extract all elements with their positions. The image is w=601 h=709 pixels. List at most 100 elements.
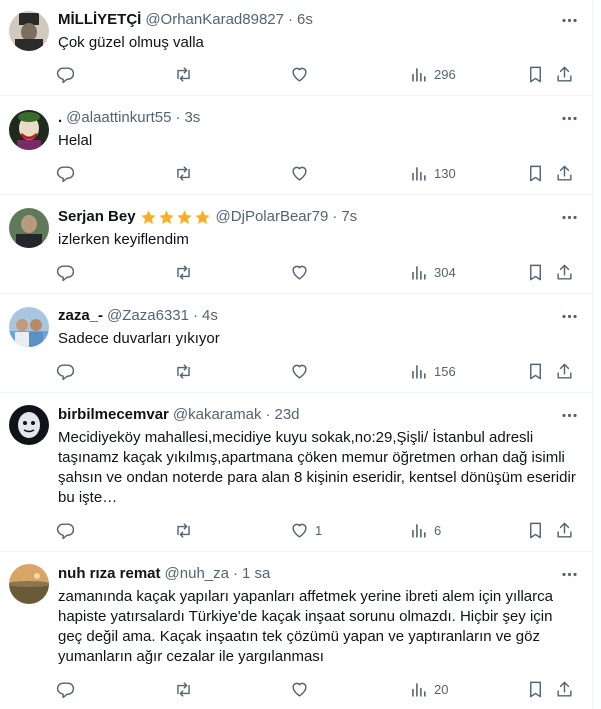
tweet-text: Çok güzel olmuş valla	[58, 34, 204, 51]
retweet-button[interactable]	[174, 520, 199, 540]
views-button[interactable]: 156	[409, 361, 456, 381]
avatar[interactable]	[9, 564, 49, 604]
reply-tweet[interactable]: birbilmecemvar @kakaramak · 23d Mecidiye…	[0, 393, 592, 552]
more-icon[interactable]	[554, 108, 584, 128]
retweet-button[interactable]	[174, 64, 199, 84]
share-button[interactable]	[555, 262, 574, 282]
like-button[interactable]	[290, 64, 315, 84]
share-button[interactable]	[555, 163, 574, 183]
share-button[interactable]	[555, 520, 574, 540]
author-handle[interactable]: @alaattinkurt55	[66, 108, 171, 128]
views-button[interactable]: 296	[409, 64, 456, 84]
author-handle[interactable]: @OrhanKarad89827	[145, 10, 284, 30]
like-icon	[292, 364, 307, 379]
tweet-text: Helal	[58, 132, 93, 149]
retweet-button[interactable]	[174, 262, 199, 282]
reply-button[interactable]	[56, 520, 81, 540]
views-icon	[412, 364, 426, 379]
author-name[interactable]: birbilmecemvar	[58, 405, 169, 425]
views-icon	[412, 523, 426, 538]
retweet-icon	[177, 165, 190, 181]
views-icon	[412, 67, 426, 82]
bookmark-button[interactable]	[526, 361, 545, 381]
reply-tweet[interactable]: zaza_- @Zaza6331 · 4s Sadece duvarları y…	[0, 294, 592, 393]
action-bar: 130	[56, 163, 576, 183]
author-handle[interactable]: @DjPolarBear79	[216, 207, 329, 227]
reply-button[interactable]	[56, 262, 81, 282]
separator-dot: ·	[175, 109, 181, 126]
author-name[interactable]: .	[58, 108, 62, 128]
reply-tweet[interactable]: MİLLİYETÇİ @OrhanKarad89827 · 6s Çok güz…	[0, 0, 592, 96]
share-icon	[557, 66, 572, 82]
reply-icon	[56, 522, 75, 539]
timestamp[interactable]: 3s	[184, 108, 200, 128]
like-icon	[292, 523, 307, 538]
bookmark-icon	[530, 681, 541, 697]
share-button[interactable]	[555, 361, 574, 381]
share-icon	[557, 522, 572, 538]
like-button[interactable]	[290, 361, 315, 381]
like-button[interactable]	[290, 163, 315, 183]
bookmark-button[interactable]	[526, 262, 545, 282]
reply-tweet[interactable]: Serjan Bey @DjPolarBear79 · 7s izlerken …	[0, 195, 592, 294]
bookmark-button[interactable]	[526, 64, 545, 84]
avatar[interactable]	[9, 208, 49, 248]
like-button[interactable]: 1	[290, 520, 322, 540]
avatar[interactable]	[9, 307, 49, 347]
retweet-button[interactable]	[174, 163, 199, 183]
star-icon	[194, 209, 210, 224]
bookmark-button[interactable]	[526, 520, 545, 540]
author-name[interactable]: zaza_-	[58, 306, 103, 326]
reply-button[interactable]	[56, 163, 81, 183]
more-icon[interactable]	[554, 405, 584, 425]
timestamp[interactable]: 23d	[274, 405, 299, 425]
views-button[interactable]: 6	[409, 520, 441, 540]
more-icon[interactable]	[554, 306, 584, 326]
share-icon	[557, 681, 572, 697]
timestamp[interactable]: 7s	[341, 207, 357, 227]
reply-tweet[interactable]: . @alaattinkurt55 · 3s Helal 130	[0, 96, 592, 195]
reply-button[interactable]	[56, 361, 81, 381]
tweet-replies-feed: MİLLİYETÇİ @OrhanKarad89827 · 6s Çok güz…	[0, 0, 592, 709]
retweet-icon	[177, 264, 190, 280]
reply-button[interactable]	[56, 679, 81, 699]
timestamp[interactable]: 1 sa	[242, 564, 270, 584]
share-button[interactable]	[555, 64, 574, 84]
share-icon	[557, 363, 572, 379]
bookmark-icon	[530, 264, 541, 280]
separator-dot: ·	[265, 406, 271, 423]
like-button[interactable]	[290, 262, 315, 282]
rating-stars	[140, 209, 212, 226]
avatar[interactable]	[9, 405, 49, 445]
author-handle[interactable]: @Zaza6331	[107, 306, 189, 326]
author-handle[interactable]: @nuh_za	[165, 564, 229, 584]
star-icon	[158, 209, 174, 224]
retweet-button[interactable]	[174, 679, 199, 699]
reply-button[interactable]	[56, 64, 81, 84]
views-button[interactable]: 304	[409, 262, 456, 282]
author-name[interactable]: nuh rıza remat	[58, 564, 161, 584]
views-button[interactable]: 130	[409, 163, 456, 183]
timestamp[interactable]: 4s	[202, 306, 218, 326]
reply-tweet[interactable]: nuh rıza remat @nuh_za · 1 sa zamanında …	[0, 552, 592, 709]
more-icon[interactable]	[554, 207, 584, 227]
views-button[interactable]: 20	[409, 679, 448, 699]
share-button[interactable]	[555, 679, 574, 699]
author-handle[interactable]: @kakaramak	[173, 405, 262, 425]
retweet-button[interactable]	[174, 361, 199, 381]
bookmark-button[interactable]	[526, 679, 545, 699]
like-button[interactable]	[290, 679, 315, 699]
bookmark-button[interactable]	[526, 163, 545, 183]
tweet-text: izlerken keyiflendim	[58, 231, 189, 248]
avatar[interactable]	[9, 11, 49, 51]
star-icon	[176, 209, 192, 224]
author-name[interactable]: MİLLİYETÇİ	[58, 10, 141, 30]
bookmark-icon	[530, 66, 541, 82]
avatar[interactable]	[9, 110, 49, 150]
more-icon[interactable]	[554, 564, 584, 584]
author-name[interactable]: Serjan Bey	[58, 207, 136, 227]
reply-icon	[56, 363, 75, 380]
more-icon[interactable]	[554, 10, 584, 30]
timestamp[interactable]: 6s	[297, 10, 313, 30]
action-bar: 1 6	[56, 520, 576, 540]
